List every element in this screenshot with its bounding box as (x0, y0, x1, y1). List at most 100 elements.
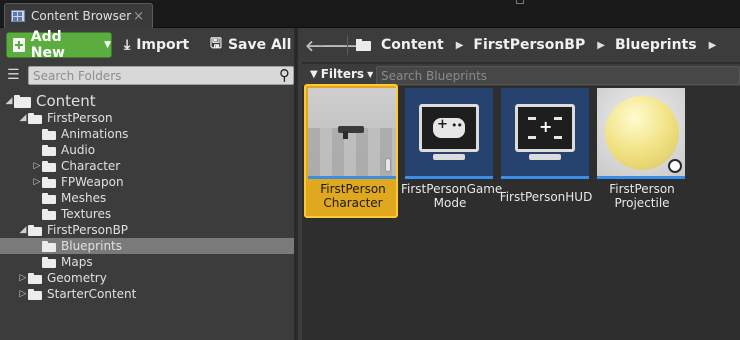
monitor-stand (433, 154, 465, 160)
asset-tile-firstperson-hud[interactable]: + FirstPersonHUD (497, 84, 592, 218)
folder-icon (28, 112, 42, 124)
panel-drag-notch[interactable] (516, 0, 524, 4)
chevron-right-icon[interactable]: ▶ (597, 40, 605, 51)
tree-item-blueprints[interactable]: Blueprints (0, 238, 294, 254)
asset-type-bar (597, 176, 685, 179)
monitor-icon: + (515, 104, 575, 152)
tree-item-textures[interactable]: Textures (0, 206, 294, 222)
content-browser-window: Content Browser × Add New ▼ ⤓ Import 🖫 S… (0, 0, 740, 340)
tree-item-label: Meshes (61, 191, 107, 205)
folder-tree: ◢ Content ◢ FirstPerson Animations Audio ▷ Char… (0, 92, 294, 302)
tree-item-character[interactable]: ▷ Character (0, 158, 294, 174)
collapse-arrow-icon[interactable]: ◢ (18, 113, 28, 123)
hud-icon: + (526, 115, 564, 141)
tree-item-label: FirstPerson (47, 111, 113, 125)
folder-icon (28, 224, 42, 236)
asset-grid: FirstPerson Character FirstPersonGame Mo… (302, 84, 740, 340)
asset-tile-firstperson-character[interactable]: FirstPerson Character (304, 84, 398, 218)
filters-label: Filters (320, 67, 365, 81)
tree-item-meshes[interactable]: Meshes (0, 190, 294, 206)
tree-item-fpweapon[interactable]: ▷ FPWeapon (0, 174, 294, 190)
content-browser-icon (11, 10, 25, 22)
folder-search-box: ⚲ (28, 66, 294, 85)
asset-name: FirstPerson Projectile (609, 182, 675, 210)
blueprint-badge-icon (668, 159, 682, 173)
asset-name: FirstPerson Character (320, 182, 386, 210)
asset-tile-firstperson-gamemode[interactable]: FirstPersonGame Mode (401, 84, 502, 218)
tree-item-maps[interactable]: Maps (0, 254, 294, 270)
folder-icon (42, 128, 56, 140)
tree-item-startercontent[interactable]: ▷ StarterContent (0, 286, 294, 302)
tab-bar: Content Browser × (0, 0, 740, 28)
save-all-label: Save All (227, 37, 292, 53)
checker-floor (308, 128, 396, 176)
chevron-down-icon: ▼ (367, 69, 374, 79)
folder-icon (42, 240, 56, 252)
path-divider (347, 35, 348, 55)
tree-item-geometry[interactable]: ▷ Geometry (0, 270, 294, 286)
search-icon[interactable]: ⚲ (279, 66, 290, 84)
tree-item-content[interactable]: ◢ Content (0, 92, 294, 110)
asset-panel: 🡐 🡒 Content ▶ FirstPersonBP ▶ Blueprints… (302, 28, 740, 340)
breadcrumb-content[interactable]: Content (381, 37, 444, 53)
tree-item-label: Animations (61, 127, 129, 141)
tab-content-browser[interactable]: Content Browser × (4, 3, 153, 28)
tree-item-label: Audio (61, 143, 96, 157)
tree-item-animations[interactable]: Animations (0, 126, 294, 142)
tree-item-label: Maps (61, 255, 93, 269)
monitor-icon (419, 104, 479, 152)
tree-item-label: Blueprints (61, 239, 123, 253)
tree-item-firstpersonbp[interactable]: ◢ FirstPersonBP (0, 222, 294, 238)
tree-item-label: StarterContent (47, 287, 137, 301)
funnel-icon: ▼ (310, 68, 318, 80)
tree-item-audio[interactable]: Audio (0, 142, 294, 158)
collapse-arrow-icon[interactable]: ◢ (4, 96, 14, 106)
breadcrumb-blueprints[interactable]: Blueprints (615, 37, 697, 53)
tree-item-label: Character (61, 159, 121, 173)
tree-item-label: Textures (61, 207, 112, 221)
tree-item-label: FirstPersonBP (47, 223, 129, 237)
chevron-right-icon[interactable]: ▶ (456, 40, 464, 51)
sources-panel: Add New ▼ ⤓ Import 🖫 Save All ☰ ⚲ ◢ Conte… (0, 28, 298, 340)
folder-icon (42, 256, 56, 268)
asset-search-box (376, 66, 740, 85)
save-icon: 🖫 (210, 36, 222, 52)
collapse-arrow-icon[interactable]: ◢ (18, 225, 28, 235)
back-arrow-icon[interactable]: 🡐 (305, 36, 345, 55)
sources-toggle-icon[interactable]: ☰ (7, 68, 23, 82)
weapon-mesh-icon (338, 126, 364, 139)
gamepad-icon (433, 117, 465, 138)
save-all-button[interactable]: 🖫 Save All (210, 32, 291, 58)
capsule-icon (385, 158, 391, 172)
tree-item-label: Geometry (47, 271, 107, 285)
character-thumbnail (308, 88, 396, 176)
folder-icon[interactable] (356, 39, 371, 51)
tree-item-label: FPWeapon (61, 175, 124, 189)
tab-title: Content Browser (31, 9, 132, 23)
tree-item-label: Content (36, 92, 96, 110)
asset-name: FirstPersonGame Mode (401, 182, 503, 210)
folder-icon (28, 288, 42, 300)
gamemode-thumbnail (405, 88, 493, 176)
close-icon[interactable]: × (133, 9, 144, 24)
expand-arrow-icon[interactable]: ▷ (18, 273, 28, 283)
add-new-button[interactable]: Add New ▼ (6, 29, 112, 61)
tree-item-firstperson[interactable]: ◢ FirstPerson (0, 110, 294, 126)
folder-icon (42, 160, 56, 172)
expand-arrow-icon[interactable]: ▷ (32, 177, 42, 187)
expand-arrow-icon[interactable]: ▷ (18, 289, 28, 299)
filters-button[interactable]: ▼ Filters ▼ (310, 67, 373, 81)
forward-arrow-icon[interactable]: 🡒 (323, 36, 363, 55)
folder-icon (14, 94, 31, 108)
search-blueprints-input[interactable] (377, 67, 727, 84)
asset-name: FirstPersonHUD (499, 190, 593, 204)
asset-tile-firstperson-projectile[interactable]: FirstPerson Projectile (593, 84, 687, 218)
import-button[interactable]: ⤓ Import (124, 32, 189, 58)
expand-arrow-icon[interactable]: ▷ (32, 161, 42, 171)
add-new-label: Add New (30, 29, 65, 61)
breadcrumb-firstpersonbp[interactable]: FirstPersonBP (473, 37, 585, 53)
folder-icon (42, 192, 56, 204)
folder-icon (42, 176, 56, 188)
search-folders-input[interactable] (29, 67, 269, 84)
chevron-right-icon[interactable]: ▶ (709, 40, 717, 51)
